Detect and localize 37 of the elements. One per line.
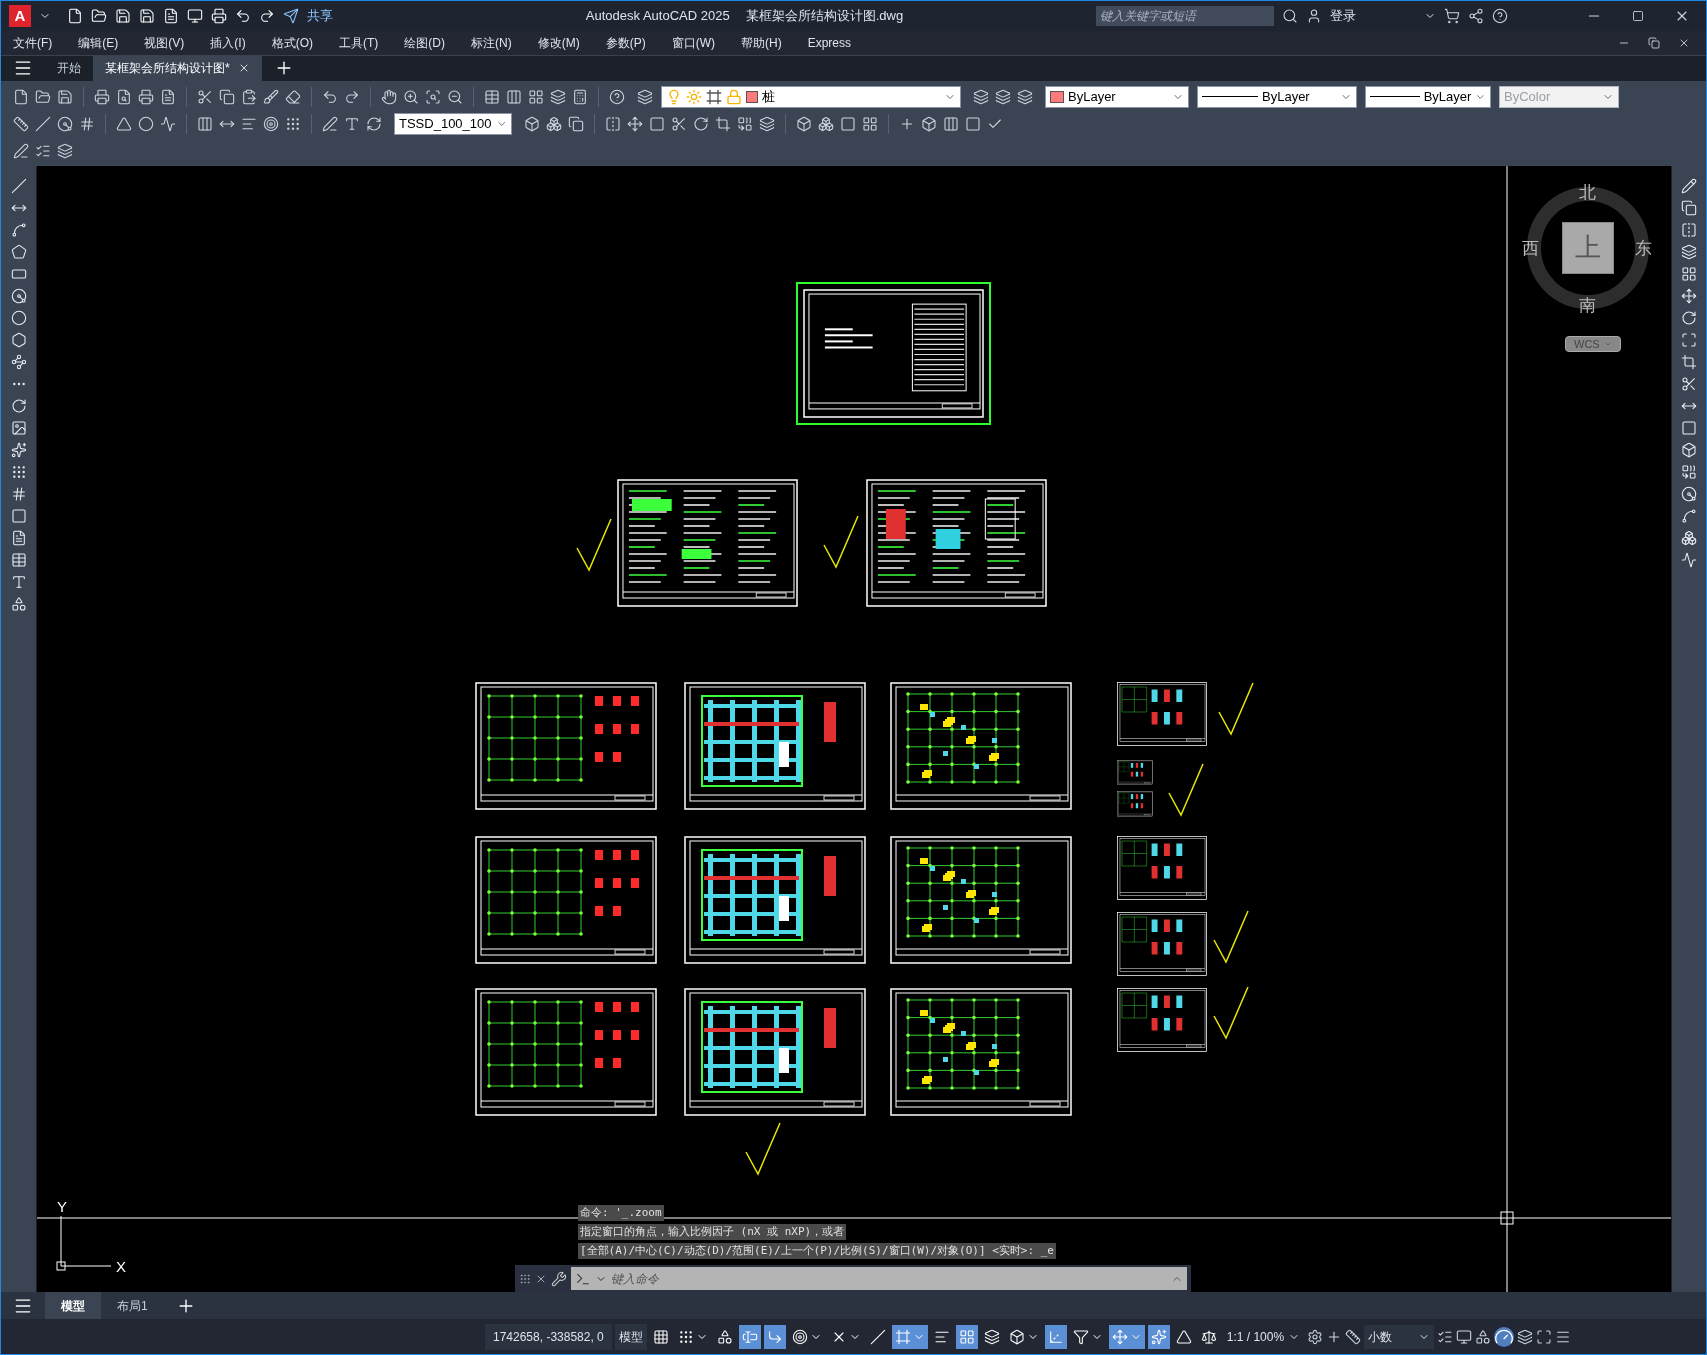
- menu-item[interactable]: 编辑(E): [78, 33, 119, 52]
- menu-item[interactable]: Express: [807, 33, 851, 52]
- search-field[interactable]: 键入关键字或短语: [1096, 5, 1274, 26]
- menu-item[interactable]: 工具(T): [339, 33, 379, 52]
- lineweight-dropdown[interactable]: ByLayer: [1365, 85, 1491, 108]
- compass-east[interactable]: 东: [1635, 235, 1652, 262]
- menu-item[interactable]: 参数(P): [605, 33, 646, 52]
- menu-item[interactable]: 标注(N): [471, 33, 512, 52]
- layout-tab[interactable]: 布局1: [101, 1292, 164, 1320]
- annotation-scale-dropdown[interactable]: 1:1 / 100%: [1222, 1324, 1305, 1349]
- menu-item[interactable]: 视图(V): [144, 33, 185, 52]
- text-style-dropdown[interactable]: TSSD_100_100: [394, 112, 512, 135]
- layout-tab[interactable]: 模型: [45, 1292, 101, 1320]
- x-axis-label: X: [116, 1256, 126, 1277]
- units-dropdown[interactable]: 小数: [1364, 1324, 1435, 1349]
- app-title: Autodesk AutoCAD 2025: [585, 7, 730, 26]
- file-title: 某框架会所结构设计图.dwg: [745, 7, 904, 26]
- model-space-button[interactable]: 模型: [614, 1323, 647, 1350]
- menu-item[interactable]: 修改(M): [537, 33, 580, 52]
- compass-north[interactable]: 北: [1579, 179, 1596, 206]
- app-logo[interactable]: A: [9, 4, 31, 27]
- color-dropdown[interactable]: ByLayer: [1045, 85, 1189, 108]
- y-axis-label: Y: [57, 1196, 67, 1217]
- menu-item[interactable]: 绘图(D): [404, 33, 445, 52]
- compass-south[interactable]: 南: [1579, 292, 1596, 319]
- linetype-dropdown[interactable]: ByLayer: [1197, 85, 1357, 108]
- menu-item[interactable]: 格式(O): [271, 33, 313, 52]
- menu-item[interactable]: 文件(F): [13, 33, 53, 52]
- menu-item[interactable]: 插入(I): [210, 33, 246, 52]
- document-tab[interactable]: 开始: [45, 55, 81, 81]
- share-button[interactable]: 共享: [307, 6, 333, 26]
- menu-item[interactable]: 窗口(W): [671, 33, 715, 52]
- coordinates-readout[interactable]: 1742658, -338582, 0: [485, 1323, 612, 1350]
- compass-west[interactable]: 西: [1522, 235, 1539, 262]
- sign-in-button[interactable]: 登录: [1330, 6, 1356, 26]
- menu-item[interactable]: 帮助(H): [741, 33, 782, 52]
- layer-dropdown[interactable]: 桩: [661, 85, 961, 108]
